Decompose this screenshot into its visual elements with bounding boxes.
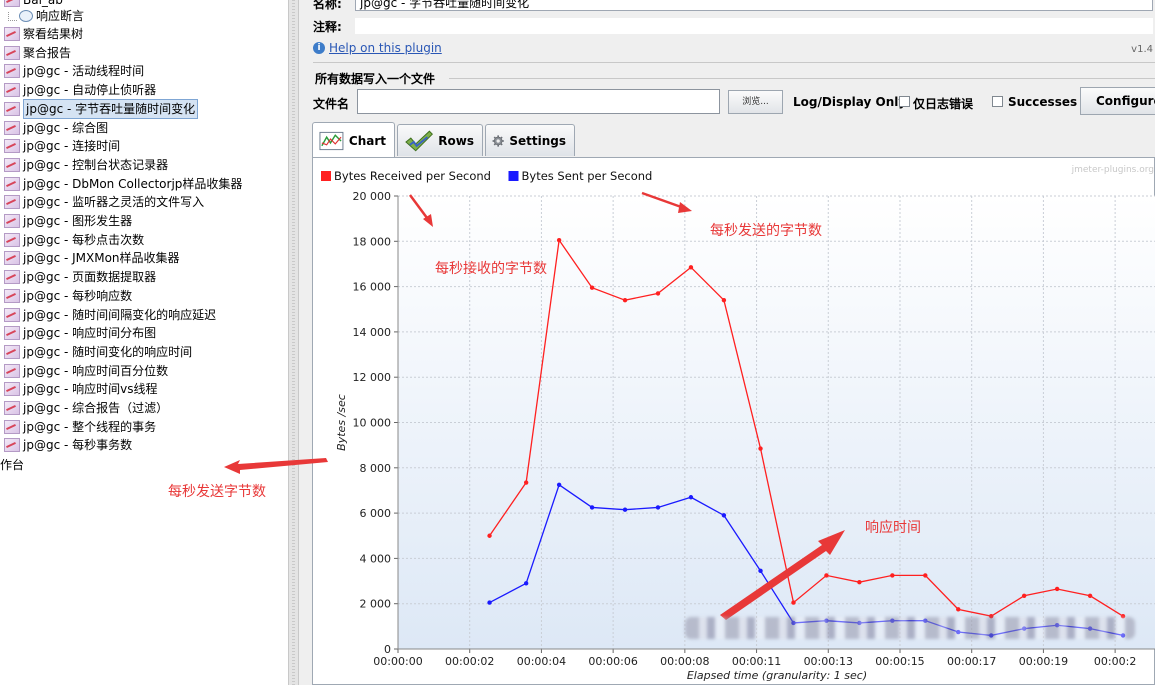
annotation-sent-left: 每秒发送字节数 <box>168 484 266 500</box>
arrow-sent <box>641 191 685 210</box>
annotation-arrows <box>224 191 845 620</box>
arrow-response-time <box>720 530 845 620</box>
annotation-sent-top: 每秒发送的字节数 <box>710 223 822 239</box>
annotation-received: 每秒接收的字节数 <box>435 261 547 277</box>
arrow-head-sent <box>678 202 692 213</box>
blurred-watermark <box>685 617 1135 639</box>
arrow-left <box>224 458 328 474</box>
annotation-response-time: 响应时间 <box>865 520 921 536</box>
